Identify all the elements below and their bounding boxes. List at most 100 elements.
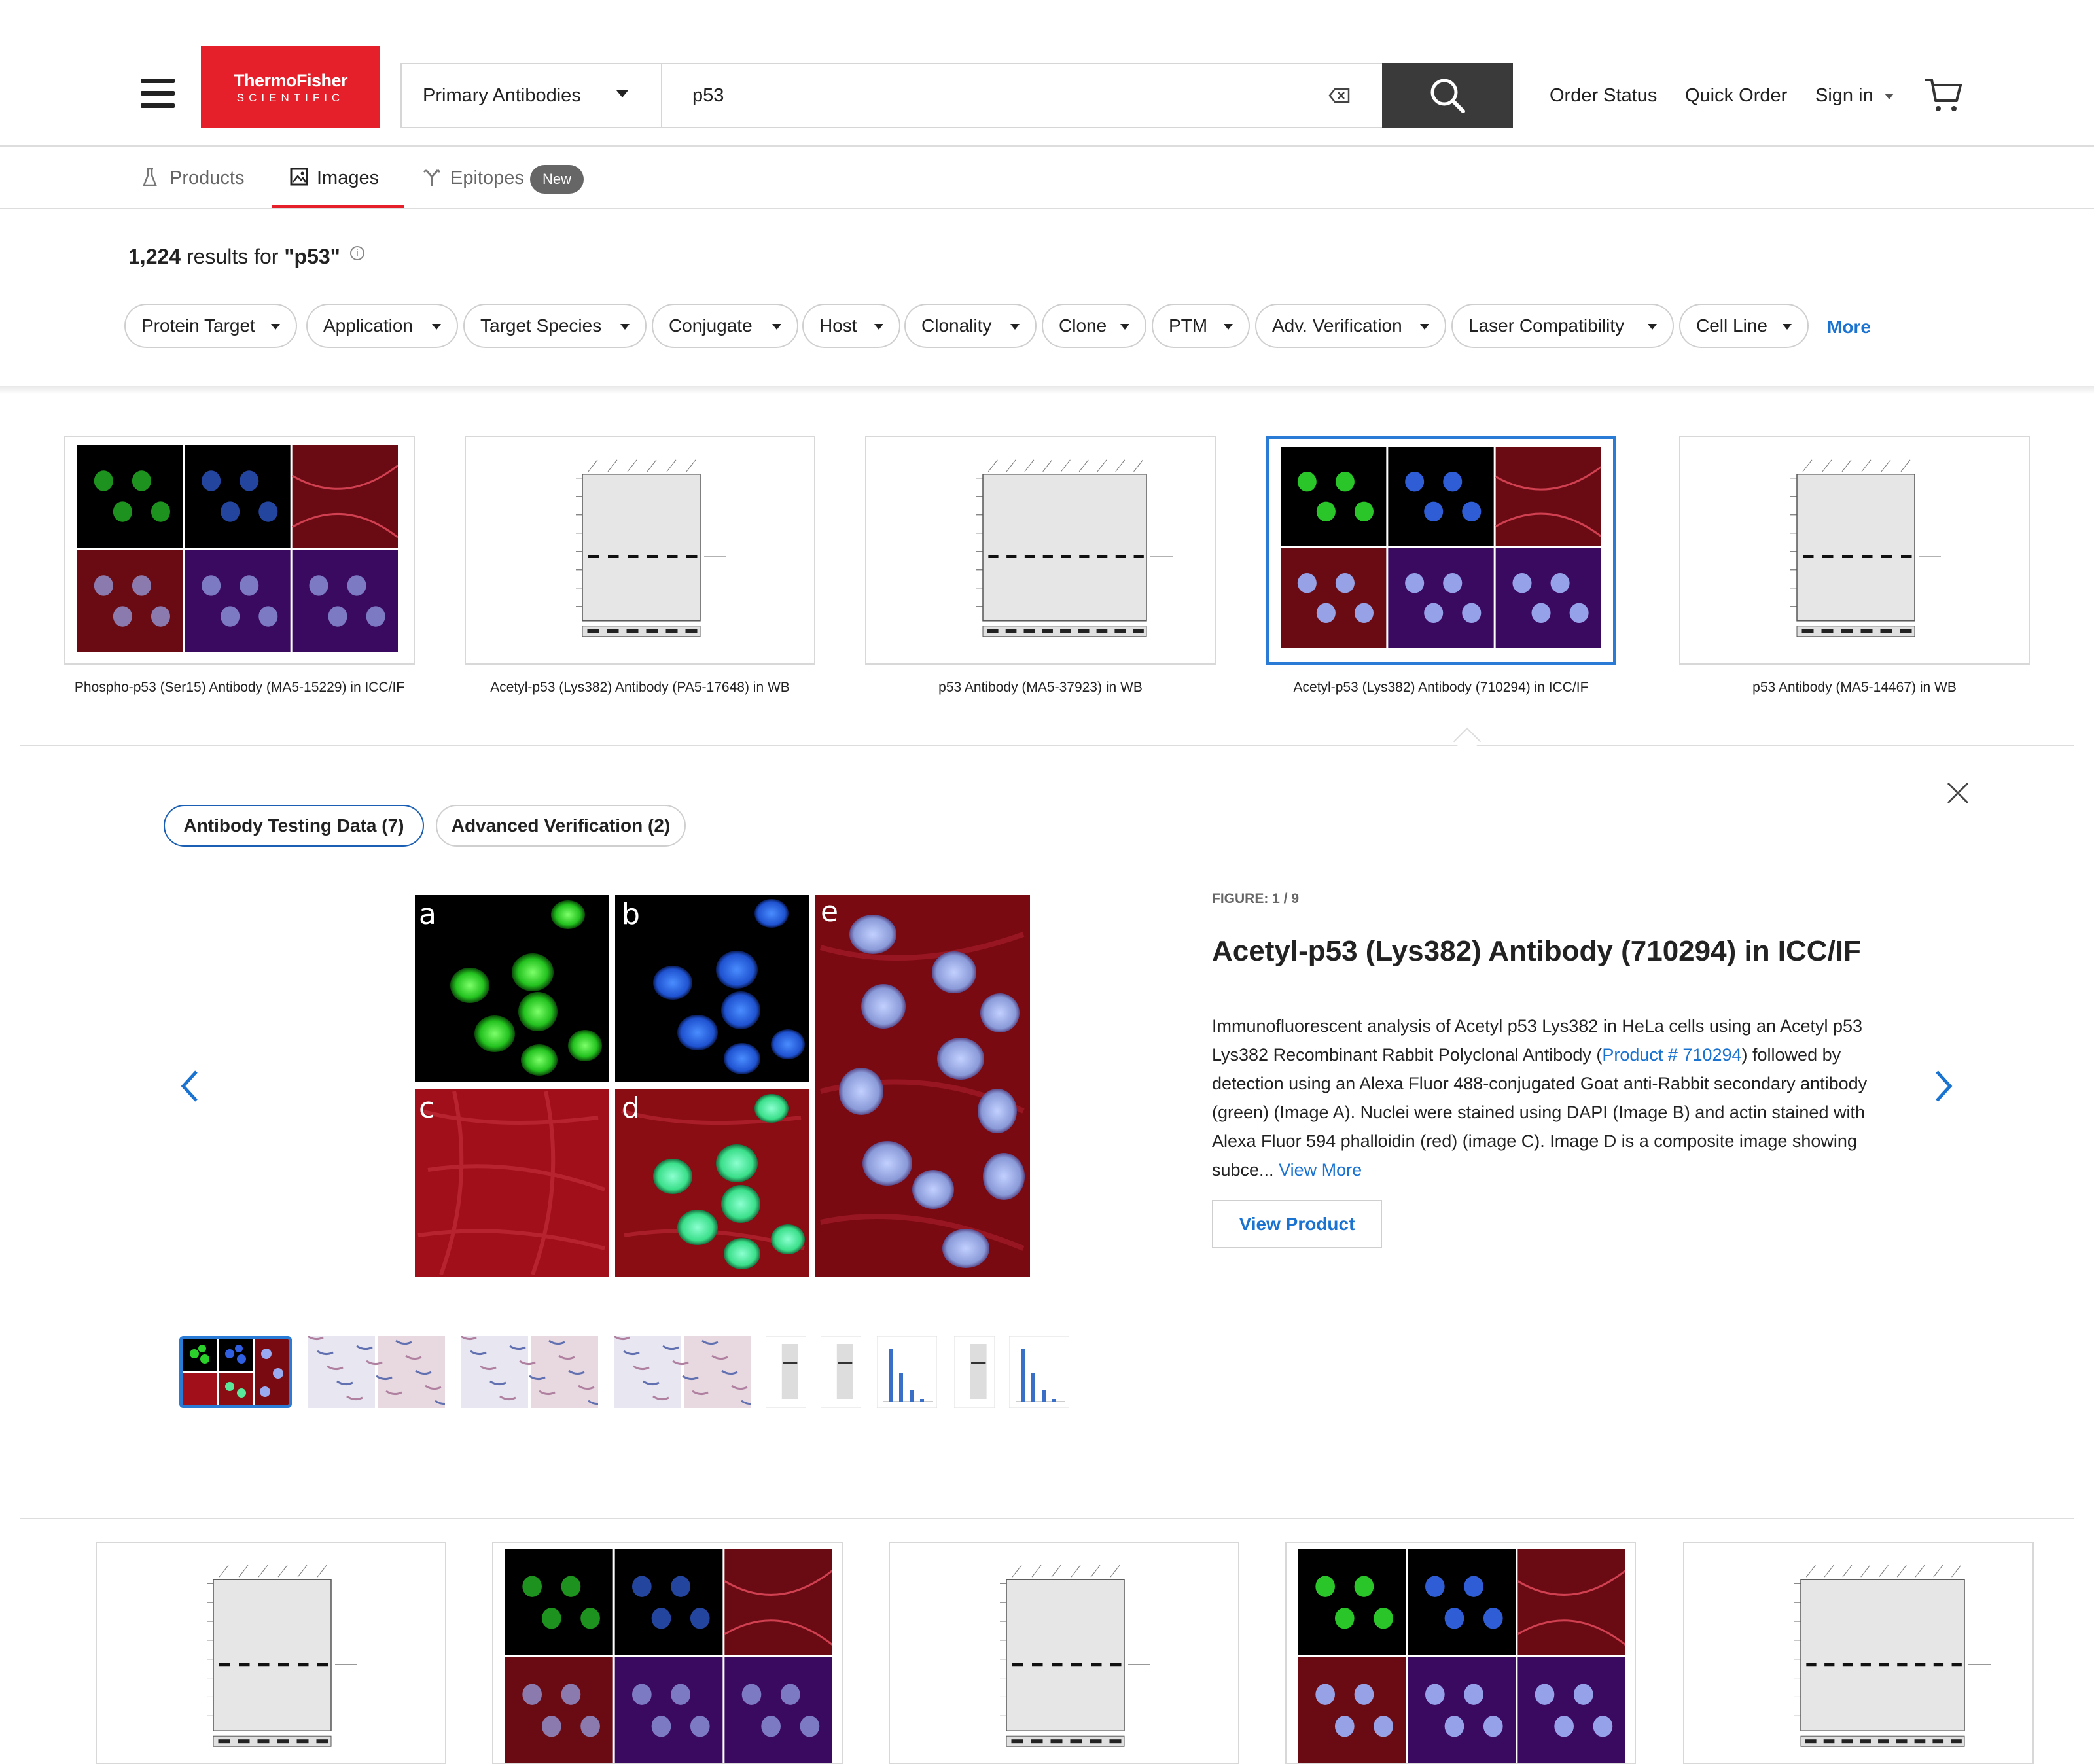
filter-label: Adv. Verification: [1272, 315, 1402, 336]
tab-epitopes[interactable]: Epitopes: [450, 168, 524, 189]
results-number: 1,224: [128, 245, 181, 268]
selected-pointer: [1453, 727, 1482, 756]
result-image: [77, 445, 399, 658]
row-divider: [20, 745, 2074, 746]
filter-label: Protein Target: [141, 315, 255, 336]
filter-label: Conjugate: [669, 315, 753, 336]
thermofisher-logo[interactable]: ThermoFisher SCIENTIFIC: [201, 46, 380, 128]
chevron-down-icon: [874, 324, 883, 330]
thumbnail-3[interactable]: [461, 1336, 598, 1408]
logo-text: ThermoFisher: [233, 71, 348, 90]
filter-label: Clone: [1059, 315, 1107, 336]
filter-target-species[interactable]: Target Species: [463, 304, 647, 348]
tabs-divider: [0, 208, 2094, 209]
panel-letter-c: c: [419, 1091, 435, 1125]
thumbnail-8[interactable]: [954, 1336, 995, 1408]
filter-conjugate[interactable]: Conjugate: [652, 304, 798, 348]
result-image-caption[interactable]: Phospho-p53 (Ser15) Antibody (MA5-15229)…: [64, 678, 415, 697]
chevron-down-icon: [432, 324, 441, 330]
view-product-button[interactable]: View Product: [1212, 1200, 1382, 1248]
filter-adv-verification[interactable]: Adv. Verification: [1255, 304, 1446, 348]
panel-letter-b: b: [622, 898, 640, 931]
chevron-down-icon: [1224, 324, 1233, 330]
filter-bar-shadow: [0, 386, 2094, 394]
result-image-card[interactable]: [889, 1542, 1239, 1764]
segment-antibody-testing[interactable]: Antibody Testing Data (7): [164, 805, 424, 847]
more-filters-link[interactable]: More: [1827, 317, 1871, 338]
result-image-card[interactable]: [1679, 436, 2030, 665]
chevron-left-icon[interactable]: [178, 1068, 202, 1104]
panel-letter-e: e: [821, 895, 838, 928]
chevron-down-icon: [772, 324, 781, 330]
results-prefix: results for: [186, 245, 279, 268]
segment-advanced-verification[interactable]: Advanced Verification (2): [436, 805, 686, 847]
result-image-card[interactable]: [492, 1542, 843, 1764]
info-icon[interactable]: i: [350, 246, 364, 260]
result-image: [878, 445, 1205, 658]
order-status-link[interactable]: Order Status: [1550, 85, 1657, 107]
filter-clone[interactable]: Clone: [1042, 304, 1146, 348]
chevron-down-icon: [271, 324, 280, 330]
row-divider: [20, 1518, 2074, 1519]
thumbnail-9[interactable]: [1009, 1336, 1069, 1408]
result-image-card[interactable]: [1266, 436, 1616, 665]
thumbnail-1[interactable]: [179, 1336, 292, 1408]
filter-ptm[interactable]: PTM: [1152, 304, 1250, 348]
filter-laser-compatibility[interactable]: Laser Compatibility: [1451, 304, 1674, 348]
filter-label: Clonality: [921, 315, 992, 336]
header-divider: [0, 145, 2094, 147]
results-query: "p53": [284, 245, 340, 268]
main-figure-image: a b c d e: [415, 895, 1030, 1277]
filter-cell-line[interactable]: Cell Line: [1679, 304, 1809, 348]
result-image-card[interactable]: [865, 436, 1216, 665]
filter-label: Application: [323, 315, 413, 336]
close-icon[interactable]: [1945, 780, 1971, 806]
figure-title: Acetyl-p53 (Lys382) Antibody (710294) in…: [1212, 935, 1861, 967]
view-more-link[interactable]: View More: [1279, 1160, 1362, 1180]
antibody-icon: [423, 169, 441, 186]
result-image-card[interactable]: [1683, 1542, 2034, 1764]
thumbnail-4[interactable]: [614, 1336, 751, 1408]
thumbnail-6[interactable]: [821, 1336, 861, 1408]
search-icon: [1430, 79, 1465, 113]
thumbnail-5[interactable]: [766, 1336, 806, 1408]
chevron-down-icon: [1420, 324, 1429, 330]
filter-host[interactable]: Host: [802, 304, 900, 348]
tab-images[interactable]: Images: [317, 168, 379, 189]
result-image-caption[interactable]: p53 Antibody (MA5-37923) in WB: [865, 678, 1216, 697]
result-image-card[interactable]: [1285, 1542, 1636, 1764]
thumbnail-2[interactable]: [308, 1336, 445, 1408]
flask-icon: [143, 168, 157, 186]
result-image-caption[interactable]: Acetyl-p53 (Lys382) Antibody (PA5-17648)…: [465, 678, 815, 697]
chevron-down-icon: [1885, 94, 1894, 99]
result-image-card[interactable]: [465, 436, 815, 665]
sign-in-link[interactable]: Sign in: [1815, 85, 1873, 107]
search-input[interactable]: p53: [692, 85, 724, 107]
chevron-down-icon: [616, 90, 628, 97]
filter-label: Target Species: [480, 315, 602, 336]
result-image-caption[interactable]: Acetyl-p53 (Lys382) Antibody (710294) in…: [1266, 678, 1616, 697]
result-image-card[interactable]: [96, 1542, 446, 1764]
clear-search-icon[interactable]: [1328, 87, 1351, 104]
image-icon: [290, 168, 308, 186]
result-image-caption[interactable]: p53 Antibody (MA5-14467) in WB: [1679, 678, 2030, 697]
chevron-down-icon: [1010, 324, 1020, 330]
result-image-card[interactable]: [64, 436, 415, 665]
filter-clonality[interactable]: Clonality: [904, 304, 1037, 348]
logo-subtext: SCIENTIFIC: [236, 92, 345, 104]
tab-products[interactable]: Products: [169, 168, 244, 189]
chevron-right-icon[interactable]: [1932, 1068, 1955, 1104]
product-link[interactable]: Product # 710294: [1602, 1045, 1741, 1065]
thumbnail-7[interactable]: [877, 1336, 937, 1408]
filter-application[interactable]: Application: [306, 304, 458, 348]
chevron-down-icon: [1783, 324, 1792, 330]
search-button[interactable]: [1382, 63, 1513, 128]
result-image: [478, 445, 805, 658]
category-select[interactable]: Primary Antibodies: [400, 63, 662, 128]
filter-protein-target[interactable]: Protein Target: [124, 304, 297, 348]
quick-order-link[interactable]: Quick Order: [1685, 85, 1787, 107]
panel-letter-d: d: [622, 1091, 640, 1125]
chevron-down-icon: [1120, 324, 1129, 330]
cart-icon[interactable]: [1924, 77, 1963, 114]
menu-icon[interactable]: [141, 79, 175, 109]
